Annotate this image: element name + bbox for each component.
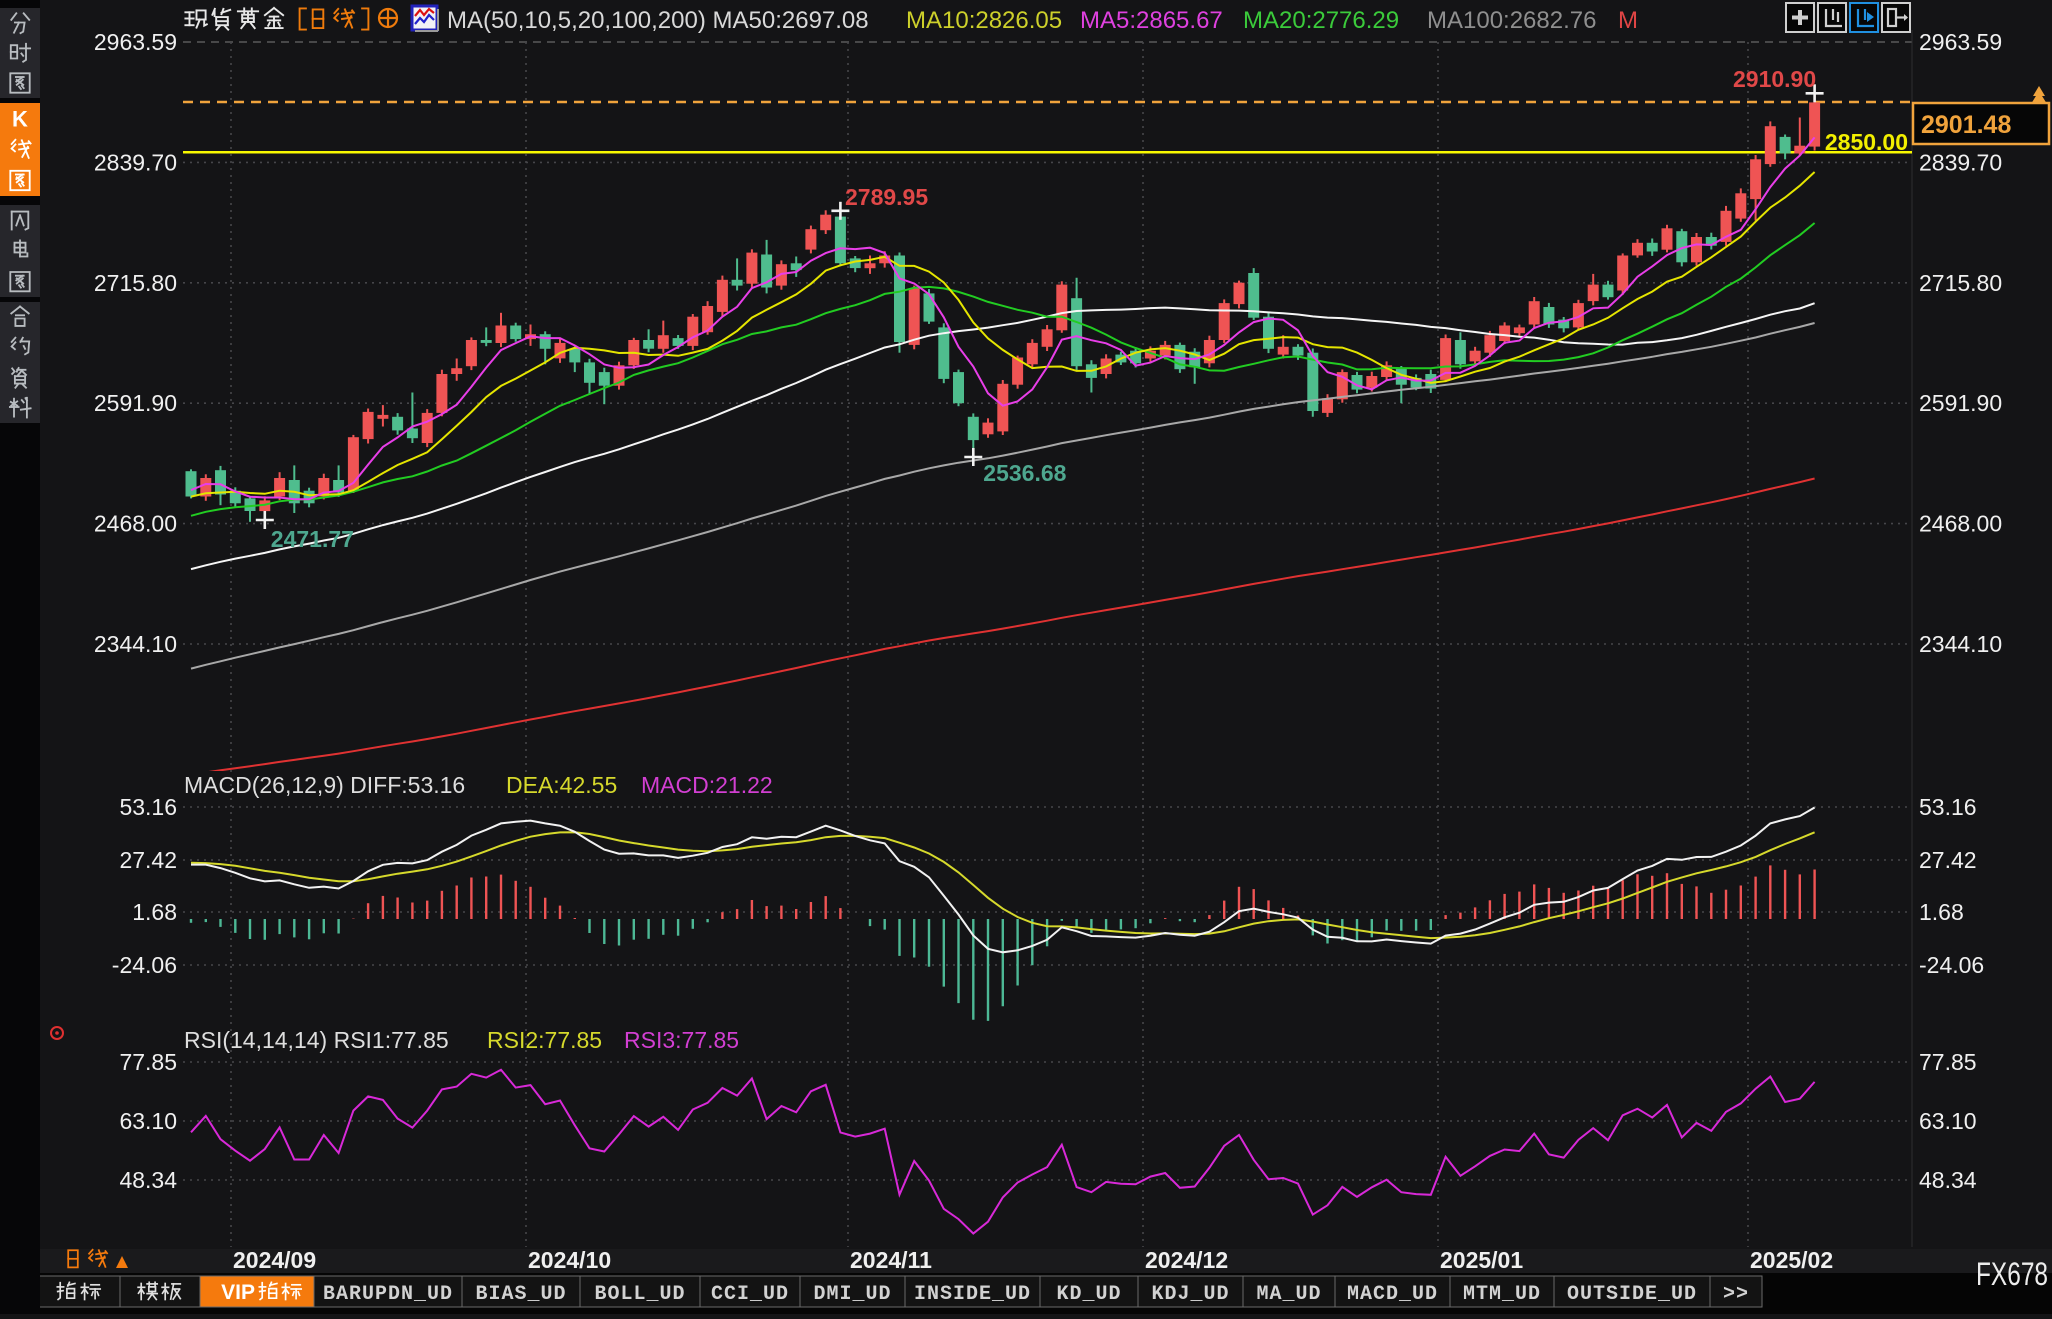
svg-text:INSIDE_UD: INSIDE_UD	[914, 1283, 1031, 1306]
svg-text:VIP: VIP	[221, 1281, 255, 1304]
svg-text:1.68: 1.68	[1919, 899, 1964, 925]
svg-text:MA5:2865.67: MA5:2865.67	[1080, 7, 1223, 34]
svg-text:M: M	[1618, 7, 1638, 34]
svg-text:48.34: 48.34	[1919, 1167, 1977, 1193]
svg-text:2963.59: 2963.59	[1919, 29, 2002, 55]
svg-text:2789.95: 2789.95	[845, 184, 928, 210]
svg-text:27.42: 27.42	[1919, 847, 1977, 873]
svg-text:77.85: 77.85	[1919, 1049, 1977, 1075]
svg-text:2839.70: 2839.70	[94, 149, 177, 175]
svg-text:63.10: 63.10	[119, 1108, 177, 1134]
svg-text:FX678: FX678	[1976, 1256, 2048, 1292]
svg-text:K: K	[12, 107, 28, 132]
svg-text:2850.00: 2850.00	[1825, 129, 1908, 155]
svg-text:BOLL_UD: BOLL_UD	[594, 1283, 685, 1306]
svg-text:MACD:21.22: MACD:21.22	[641, 772, 773, 798]
svg-text:2025/02: 2025/02	[1750, 1247, 1833, 1273]
svg-text:2715.80: 2715.80	[94, 270, 177, 296]
svg-text:DEA:42.55: DEA:42.55	[506, 772, 617, 798]
svg-text:MA10:2826.05: MA10:2826.05	[906, 7, 1062, 34]
svg-text:MTM_UD: MTM_UD	[1463, 1283, 1541, 1306]
svg-text:1.68: 1.68	[132, 899, 177, 925]
svg-text:>>: >>	[1723, 1283, 1749, 1306]
svg-text:MACD_UD: MACD_UD	[1347, 1283, 1438, 1306]
svg-text:2910.90: 2910.90	[1733, 66, 1816, 92]
svg-text:2536.68: 2536.68	[983, 460, 1066, 486]
svg-text:RSI2:77.85: RSI2:77.85	[487, 1027, 602, 1053]
svg-text:2839.70: 2839.70	[1919, 149, 2002, 175]
svg-text:2344.10: 2344.10	[94, 631, 177, 657]
svg-text:2344.10: 2344.10	[1919, 631, 2002, 657]
svg-text:77.85: 77.85	[119, 1049, 177, 1075]
svg-text:MACD(26,12,9) DIFF:53.16: MACD(26,12,9) DIFF:53.16	[184, 772, 465, 798]
svg-text:-24.06: -24.06	[1919, 952, 1984, 978]
svg-text:2468.00: 2468.00	[1919, 511, 2002, 537]
svg-text:2715.80: 2715.80	[1919, 270, 2002, 296]
svg-text:63.10: 63.10	[1919, 1108, 1977, 1134]
svg-text:2024/12: 2024/12	[1145, 1247, 1228, 1273]
svg-text:MA20:2776.29: MA20:2776.29	[1243, 7, 1399, 34]
svg-text:53.16: 53.16	[119, 794, 177, 820]
svg-text:MA100:2682.76: MA100:2682.76	[1427, 7, 1596, 34]
svg-text:KD_UD: KD_UD	[1056, 1283, 1121, 1306]
svg-text:BARUPDN_UD: BARUPDN_UD	[323, 1283, 453, 1306]
svg-text:2024/09: 2024/09	[233, 1247, 316, 1273]
svg-text:KDJ_UD: KDJ_UD	[1151, 1283, 1229, 1306]
svg-text:2591.90: 2591.90	[1919, 390, 2002, 416]
svg-text:2963.59: 2963.59	[94, 29, 177, 55]
svg-text:CCI_UD: CCI_UD	[711, 1283, 789, 1306]
svg-text:2901.48: 2901.48	[1921, 111, 2011, 139]
svg-text:53.16: 53.16	[1919, 794, 1977, 820]
svg-text:-24.06: -24.06	[112, 952, 177, 978]
svg-text:2024/10: 2024/10	[528, 1247, 611, 1273]
svg-text:OUTSIDE_UD: OUTSIDE_UD	[1567, 1283, 1697, 1306]
svg-text:2471.77: 2471.77	[271, 526, 354, 552]
svg-text:DMI_UD: DMI_UD	[813, 1283, 891, 1306]
svg-text:48.34: 48.34	[119, 1167, 177, 1193]
svg-text:MA(50,10,5,20,100,200) MA50:26: MA(50,10,5,20,100,200) MA50:2697.08	[447, 7, 869, 34]
svg-text:2468.00: 2468.00	[94, 511, 177, 537]
svg-text:RSI3:77.85: RSI3:77.85	[624, 1027, 739, 1053]
svg-text:27.42: 27.42	[119, 847, 177, 873]
svg-text:2024/11: 2024/11	[850, 1247, 932, 1273]
svg-text:RSI(14,14,14) RSI1:77.85: RSI(14,14,14) RSI1:77.85	[184, 1027, 449, 1053]
svg-text:2025/01: 2025/01	[1440, 1247, 1523, 1273]
svg-text:BIAS_UD: BIAS_UD	[475, 1283, 566, 1306]
svg-text:2591.90: 2591.90	[94, 390, 177, 416]
svg-text:MA_UD: MA_UD	[1256, 1283, 1321, 1306]
